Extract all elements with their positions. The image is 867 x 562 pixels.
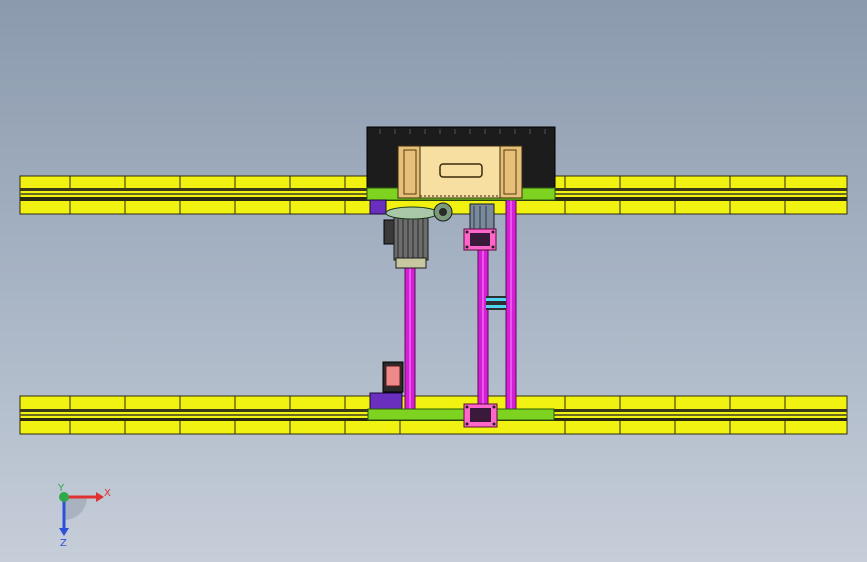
x-axis-arrow-icon bbox=[96, 492, 104, 502]
y-axis-label: Y bbox=[57, 483, 65, 494]
top-carriage[interactable] bbox=[366, 126, 556, 201]
cad-viewport[interactable]: X Z Y bbox=[0, 0, 867, 562]
lower-idler[interactable] bbox=[369, 361, 404, 410]
z-axis-label: Z bbox=[60, 538, 67, 549]
shaft-spacer bbox=[486, 296, 506, 310]
x-axis-label: X bbox=[104, 488, 111, 499]
z-axis-arrow-icon bbox=[59, 528, 69, 536]
orientation-triad: X Z Y bbox=[57, 483, 111, 549]
drive-motor[interactable] bbox=[369, 199, 453, 269]
